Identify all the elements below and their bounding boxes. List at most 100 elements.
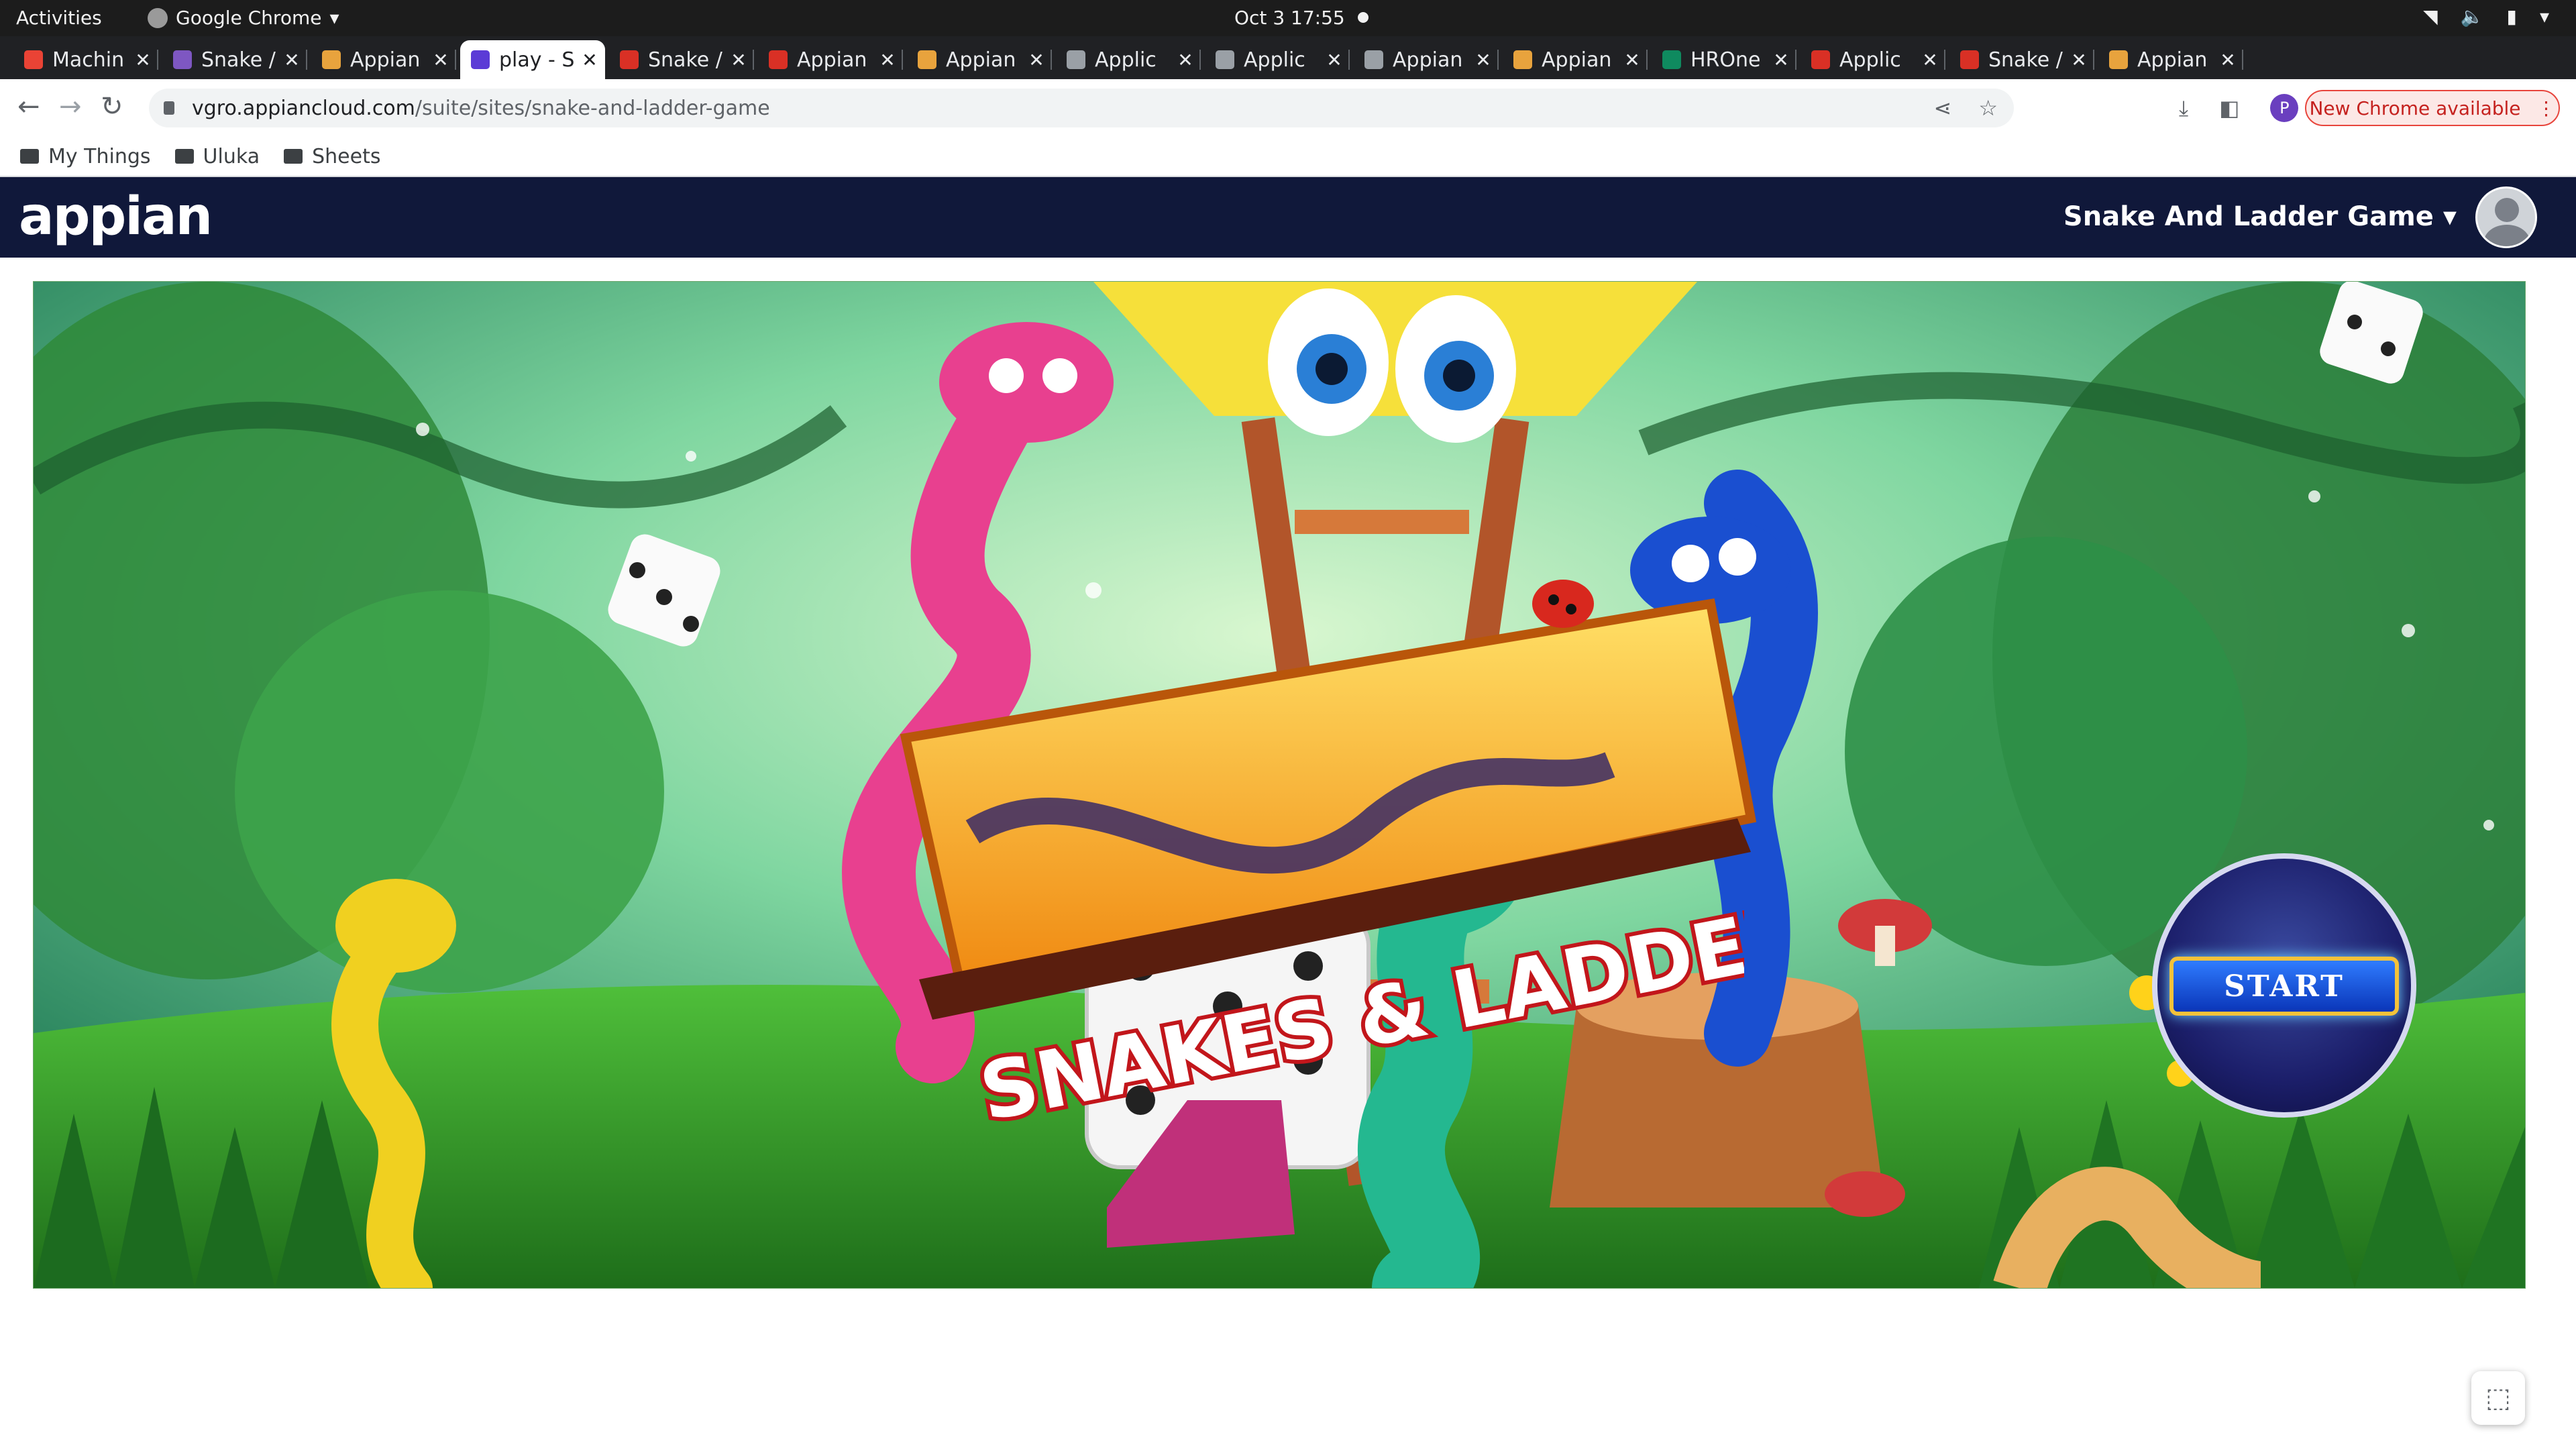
- address-bar[interactable]: vgro.appiancloud.com /suite/sites/snake-…: [149, 89, 2014, 127]
- profile-avatar[interactable]: P: [2270, 94, 2299, 122]
- tab-title: Applic: [1244, 48, 1305, 72]
- url-path: /suite/sites/snake-and-ladder-game: [415, 96, 770, 120]
- game-title-board: SNAKES & LADDERS: [919, 860, 1744, 1169]
- reload-icon[interactable]: ↻: [101, 91, 123, 122]
- update-chrome-button[interactable]: New Chrome available ⋮: [2305, 90, 2560, 126]
- system-tray[interactable]: ◥ 🔈 ▮ ▾: [2423, 5, 2549, 28]
- appian-logo[interactable]: appian: [19, 186, 213, 247]
- app-menu[interactable]: Google Chrome ▾: [148, 7, 339, 29]
- browser-tab[interactable]: Appian ✕: [311, 40, 456, 79]
- download-icon[interactable]: ⤓: [2179, 95, 2188, 121]
- favicon-icon: [173, 50, 192, 69]
- browser-tab[interactable]: Appian ✕: [907, 40, 1052, 79]
- favicon-icon: [1216, 50, 1234, 69]
- close-tab-icon[interactable]: ✕: [730, 49, 747, 71]
- close-tab-icon[interactable]: ✕: [1623, 49, 1641, 71]
- favicon-icon: [918, 50, 936, 69]
- site-name: Snake And Ladder Game: [2063, 201, 2434, 232]
- bookmark-star-icon[interactable]: ☆: [1978, 95, 1998, 121]
- tab-title: Appian: [1542, 48, 1612, 72]
- back-icon[interactable]: ←: [17, 91, 40, 122]
- bookmark-label: Uluka: [203, 144, 260, 168]
- browser-tab[interactable]: Appian ✕: [1503, 40, 1648, 79]
- wifi-icon: ◥: [2423, 5, 2438, 28]
- favicon-icon: [322, 50, 341, 69]
- appian-header: appian Snake And Ladder Game ▾: [0, 177, 2576, 258]
- browser-tab[interactable]: Snake / ✕: [1949, 40, 2094, 79]
- browser-tab[interactable]: Appian ✕: [758, 40, 903, 79]
- folder-icon: [174, 149, 194, 164]
- tab-title: Snake /: [648, 48, 722, 72]
- close-tab-icon[interactable]: ✕: [2070, 49, 2088, 71]
- volume-icon: 🔈: [2460, 5, 2484, 28]
- pointer-tool-icon[interactable]: ⬚: [2471, 1371, 2525, 1425]
- tab-title: Appian: [350, 48, 421, 72]
- extension-area: ⤓ ◧ P: [2179, 94, 2299, 122]
- clock[interactable]: Oct 3 17:55: [1234, 7, 1345, 29]
- site-name-menu[interactable]: Snake And Ladder Game ▾: [2063, 201, 2457, 232]
- tab-title: Appian: [797, 48, 867, 72]
- close-tab-icon[interactable]: ✕: [283, 49, 301, 71]
- folder-icon: [20, 149, 39, 164]
- close-tab-icon[interactable]: ✕: [1326, 49, 1343, 71]
- close-tab-icon[interactable]: ✕: [432, 49, 449, 71]
- browser-tab[interactable]: Snake / ✕: [162, 40, 307, 79]
- tab-title: play - S: [499, 48, 575, 72]
- close-tab-icon[interactable]: ✕: [134, 49, 152, 71]
- side-panel-icon[interactable]: ◧: [2219, 95, 2239, 121]
- app-menu-label: Google Chrome: [176, 7, 322, 29]
- bookmark-folder-uluka[interactable]: Uluka: [174, 144, 260, 168]
- tab-title: Appian: [2137, 48, 2208, 72]
- tab-title: Machin: [52, 48, 125, 72]
- favicon-icon: [2109, 50, 2128, 69]
- bookmarks-bar: My Things Uluka Sheets: [0, 137, 2576, 177]
- share-icon[interactable]: ⋖: [1934, 95, 1952, 121]
- game-banner: SNAKES & LADDERS START: [33, 281, 2526, 1289]
- close-tab-icon[interactable]: ✕: [1177, 49, 1194, 71]
- lock-icon[interactable]: [164, 101, 174, 115]
- bookmark-folder-sheets[interactable]: Sheets: [284, 145, 380, 168]
- tab-title: Applic: [1839, 48, 1901, 72]
- tab-title: HROne: [1690, 48, 1761, 72]
- close-tab-icon[interactable]: ✕: [1474, 49, 1492, 71]
- browser-tab[interactable]: Applic ✕: [1801, 40, 1945, 79]
- url-host: vgro.appiancloud.com: [192, 96, 415, 120]
- browser-tab[interactable]: HROne ✕: [1652, 40, 1796, 79]
- caret-down-icon: ▾: [2443, 201, 2457, 232]
- forward-icon[interactable]: →: [59, 91, 82, 122]
- folder-icon: [284, 149, 303, 164]
- battery-icon: ▮: [2506, 5, 2517, 28]
- bookmark-folder-my-things[interactable]: My Things: [20, 145, 151, 168]
- close-tab-icon[interactable]: ✕: [581, 49, 598, 71]
- browser-tab[interactable]: Applic ✕: [1205, 40, 1350, 79]
- close-tab-icon[interactable]: ✕: [879, 49, 896, 71]
- kebab-menu-icon: ⋮: [2536, 97, 2556, 119]
- browser-tab[interactable]: Snake / ✕: [609, 40, 754, 79]
- browser-tab[interactable]: play - S ✕: [460, 40, 605, 79]
- close-tab-icon[interactable]: ✕: [1772, 49, 1790, 71]
- notification-dot: [1358, 12, 1368, 23]
- chrome-icon: [148, 7, 168, 28]
- start-button[interactable]: START: [2169, 957, 2399, 1016]
- close-tab-icon[interactable]: ✕: [1921, 49, 1939, 71]
- favicon-icon: [1067, 50, 1085, 69]
- browser-tab[interactable]: Machin ✕: [13, 40, 158, 79]
- activities-button[interactable]: Activities: [16, 7, 102, 29]
- bookmark-label: Sheets: [312, 144, 381, 168]
- close-tab-icon[interactable]: ✕: [2219, 49, 2237, 71]
- bookmark-label: My Things: [48, 144, 151, 168]
- user-avatar[interactable]: [2475, 186, 2537, 248]
- favicon-icon: [769, 50, 788, 69]
- tab-title: Applic: [1095, 48, 1157, 72]
- caret-down-icon: ▾: [329, 7, 339, 29]
- browser-tab[interactable]: Applic ✕: [1056, 40, 1201, 79]
- favicon-icon: [1364, 50, 1383, 69]
- tray-caret-icon: ▾: [2539, 5, 2549, 28]
- omnibox-actions: ⋖ ☆: [1934, 95, 1998, 121]
- update-chrome-label: New Chrome available: [2309, 97, 2521, 119]
- favicon-icon: [1960, 50, 1979, 69]
- browser-tab[interactable]: Appian ✕: [1354, 40, 1499, 79]
- tab-title: Appian: [1393, 48, 1463, 72]
- browser-tab[interactable]: Appian ✕: [2098, 40, 2243, 79]
- close-tab-icon[interactable]: ✕: [1028, 49, 1045, 71]
